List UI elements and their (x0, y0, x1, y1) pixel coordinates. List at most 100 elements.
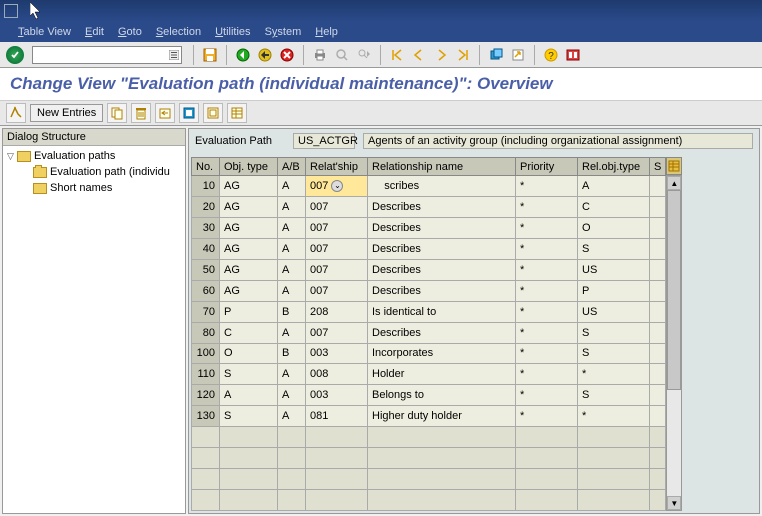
cell-skip[interactable] (650, 280, 666, 301)
menu-goto[interactable]: Goto (118, 26, 142, 38)
cell-priority[interactable]: * (516, 238, 578, 259)
cell-no[interactable]: 130 (192, 406, 220, 427)
cell-relationship[interactable]: 008 (306, 364, 368, 385)
cell-rel-obj-type[interactable]: S (578, 238, 650, 259)
cell-relationship-name[interactable]: Describes (368, 259, 516, 280)
cell-relationship[interactable]: 208 (306, 301, 368, 322)
table-row[interactable]: 70PB208Is identical to*US (192, 301, 666, 322)
cell-skip[interactable] (650, 364, 666, 385)
enter-button[interactable] (6, 46, 24, 64)
cell-rel-obj-type[interactable]: C (578, 196, 650, 217)
table-row[interactable]: 30AGA007Describes*O (192, 217, 666, 238)
cancel-icon[interactable] (278, 46, 296, 64)
scroll-up-icon[interactable]: ▲ (667, 176, 681, 190)
cell-obj-type[interactable]: O (220, 343, 278, 364)
exit-icon[interactable] (256, 46, 274, 64)
dropdown-icon[interactable] (169, 50, 179, 60)
scroll-down-icon[interactable]: ▼ (667, 496, 681, 510)
cell-obj-type[interactable]: AG (220, 238, 278, 259)
cell-relationship[interactable]: 007 (306, 196, 368, 217)
cell-skip[interactable] (650, 217, 666, 238)
undo-icon[interactable] (155, 103, 175, 123)
layout-icon[interactable] (564, 46, 582, 64)
cell-rel-obj-type[interactable]: * (578, 406, 650, 427)
save-icon[interactable] (201, 46, 219, 64)
cell-relationship-name[interactable]: Incorporates (368, 343, 516, 364)
cell-no[interactable]: 100 (192, 343, 220, 364)
cell-priority[interactable]: * (516, 301, 578, 322)
col-ab[interactable]: A/B (278, 158, 306, 176)
cell-no[interactable]: 70 (192, 301, 220, 322)
cell-ab[interactable]: A (278, 217, 306, 238)
cell-no[interactable]: 50 (192, 259, 220, 280)
cell-skip[interactable] (650, 196, 666, 217)
cell-ab[interactable]: A (278, 385, 306, 406)
first-page-icon[interactable] (388, 46, 406, 64)
cell-obj-type[interactable]: AG (220, 259, 278, 280)
cell-obj-type[interactable]: S (220, 406, 278, 427)
col-relationship-name[interactable]: Relationship name (368, 158, 516, 176)
new-session-icon[interactable] (487, 46, 505, 64)
cell-obj-type[interactable]: P (220, 301, 278, 322)
cell-relationship-name[interactable]: Describes (368, 280, 516, 301)
cell-relationship[interactable]: 081 (306, 406, 368, 427)
col-obj-type[interactable]: Obj. type (220, 158, 278, 176)
menu-system[interactable]: System (265, 26, 302, 38)
cell-ab[interactable]: A (278, 280, 306, 301)
cell-relationship-name[interactable]: Describes (368, 322, 516, 343)
cell-ab[interactable]: A (278, 259, 306, 280)
cell-skip[interactable] (650, 259, 666, 280)
table-row-empty[interactable] (192, 427, 666, 448)
cell-obj-type[interactable]: AG (220, 176, 278, 197)
menu-table-view[interactable]: Table View (18, 26, 71, 38)
f4-help-icon[interactable]: ⌄ (331, 180, 343, 192)
table-row-empty[interactable] (192, 490, 666, 511)
back-icon[interactable] (234, 46, 252, 64)
cell-obj-type[interactable]: AG (220, 217, 278, 238)
cell-relationship[interactable]: 007 (306, 322, 368, 343)
cell-ab[interactable]: A (278, 196, 306, 217)
menu-help[interactable]: Help (315, 26, 338, 38)
cell-obj-type[interactable]: C (220, 322, 278, 343)
new-entries-button[interactable]: New Entries (30, 104, 103, 122)
cell-rel-obj-type[interactable]: S (578, 385, 650, 406)
cell-no[interactable]: 20 (192, 196, 220, 217)
print-icon[interactable] (311, 46, 329, 64)
col-skip[interactable]: S (650, 158, 666, 176)
tree-node-evaluation-path-individual[interactable]: Evaluation path (individual maintenance) (3, 164, 185, 180)
cell-no[interactable]: 30 (192, 217, 220, 238)
col-rel-obj-type[interactable]: Rel.obj.type (578, 158, 650, 176)
command-field[interactable] (32, 46, 182, 64)
col-relationship[interactable]: Relat'ship (306, 158, 368, 176)
cell-relationship-name[interactable]: scribes (368, 176, 516, 197)
cell-priority[interactable]: * (516, 217, 578, 238)
cell-ab[interactable]: B (278, 343, 306, 364)
cell-ab[interactable]: B (278, 301, 306, 322)
cell-skip[interactable] (650, 385, 666, 406)
table-row[interactable]: 100OB003Incorporates*S (192, 343, 666, 364)
cell-relationship[interactable]: 007 ⌄ (306, 176, 368, 197)
cell-skip[interactable] (650, 238, 666, 259)
cell-ab[interactable]: A (278, 364, 306, 385)
cell-no[interactable]: 60 (192, 280, 220, 301)
cell-rel-obj-type[interactable]: US (578, 259, 650, 280)
cell-relationship[interactable]: 007 (306, 259, 368, 280)
cell-rel-obj-type[interactable]: A (578, 176, 650, 197)
select-all-icon[interactable] (179, 103, 199, 123)
cell-ab[interactable]: A (278, 176, 306, 197)
cell-relationship-name[interactable]: Describes (368, 196, 516, 217)
cell-rel-obj-type[interactable]: US (578, 301, 650, 322)
cell-obj-type[interactable]: A (220, 385, 278, 406)
cell-rel-obj-type[interactable]: S (578, 322, 650, 343)
cell-skip[interactable] (650, 301, 666, 322)
cell-no[interactable]: 110 (192, 364, 220, 385)
cell-relationship-name[interactable]: Belongs to (368, 385, 516, 406)
cell-priority[interactable]: * (516, 176, 578, 197)
toggle-display-icon[interactable] (6, 103, 26, 123)
cell-skip[interactable] (650, 176, 666, 197)
help-icon[interactable]: ? (542, 46, 560, 64)
cell-ab[interactable]: A (278, 238, 306, 259)
cell-priority[interactable]: * (516, 343, 578, 364)
table-row[interactable]: 120AA003Belongs to*S (192, 385, 666, 406)
table-row-empty[interactable] (192, 448, 666, 469)
